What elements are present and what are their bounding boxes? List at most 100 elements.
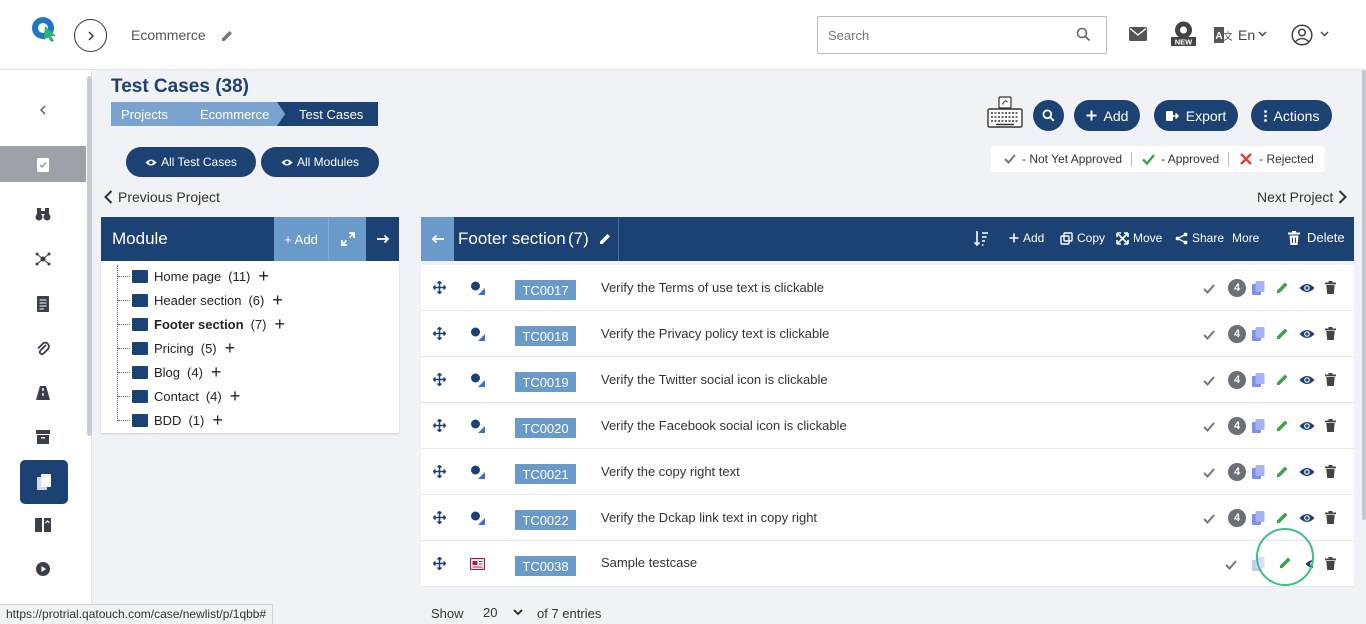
test-case-row[interactable]: TC0017 Verify the Terms of use text is cl… — [421, 265, 1354, 311]
edit-icon[interactable] — [1276, 373, 1289, 386]
delete-icon[interactable] — [1325, 281, 1336, 294]
test-case-title[interactable]: Sample testcase — [601, 555, 697, 570]
module-tree-item[interactable]: Contact (4) + — [118, 385, 240, 407]
delete-icon[interactable] — [1325, 327, 1336, 340]
sidebar-item-archive[interactable] — [0, 419, 86, 455]
next-project-link[interactable]: Next Project — [1257, 189, 1348, 205]
language-selector[interactable]: En — [1238, 27, 1255, 43]
test-case-row[interactable]: TC0020 Verify the Facebook social icon is… — [421, 403, 1354, 449]
version-badge[interactable]: 4 — [1228, 325, 1246, 343]
per-page-select[interactable]: 20 — [475, 600, 530, 624]
view-icon[interactable] — [1299, 513, 1315, 523]
test-case-row[interactable]: TC0019 Verify the Twitter social icon is … — [421, 357, 1354, 403]
edit-project-icon[interactable] — [220, 29, 234, 43]
test-case-row[interactable]: TC0022 Verify the Dckap link text in copy… — [421, 495, 1354, 541]
sidebar-item-dashboard[interactable] — [0, 146, 86, 182]
test-case-title[interactable]: Verify the copy right text — [601, 464, 740, 479]
version-badge[interactable]: 4 — [1228, 463, 1246, 481]
add-submodule-icon[interactable]: + — [225, 339, 236, 357]
mail-icon[interactable] — [1129, 27, 1147, 41]
add-submodule-icon[interactable]: + — [258, 267, 269, 285]
view-icon[interactable] — [1299, 467, 1315, 477]
all-modules-button[interactable]: All Modules — [261, 147, 379, 177]
test-case-id[interactable]: TC0019 — [515, 372, 576, 392]
view-icon[interactable] — [1299, 421, 1315, 431]
module-tree-item[interactable]: Pricing (5) + — [118, 337, 235, 359]
test-case-title[interactable]: Verify the Facebook social icon is click… — [601, 418, 847, 433]
drag-handle-icon[interactable] — [433, 327, 446, 340]
edit-icon[interactable] — [1276, 419, 1289, 432]
drag-handle-icon[interactable] — [433, 511, 446, 524]
copy-icon[interactable] — [1252, 281, 1265, 295]
expand-tree-button[interactable] — [328, 217, 366, 261]
edit-icon[interactable] — [1276, 511, 1289, 524]
drag-handle-icon[interactable] — [433, 557, 446, 570]
copy-icon[interactable] — [1252, 465, 1265, 479]
view-icon[interactable] — [1299, 375, 1315, 385]
delete-icon[interactable] — [1325, 557, 1336, 570]
breadcrumb-projects[interactable]: Projects — [111, 102, 187, 126]
module-tree-item[interactable]: Footer section (7) + — [118, 313, 285, 335]
export-button[interactable]: Export — [1154, 100, 1238, 131]
edit-icon[interactable] — [1276, 465, 1289, 478]
version-badge[interactable]: 4 — [1228, 279, 1246, 297]
module-tree-item[interactable]: Blog (4) + — [118, 361, 221, 383]
copy-case-action[interactable]: Copy — [1060, 231, 1105, 245]
copy-icon[interactable] — [1252, 373, 1265, 387]
drag-handle-icon[interactable] — [433, 373, 446, 386]
user-menu-chevron-icon[interactable] — [1320, 31, 1329, 37]
delete-case-action[interactable]: Delete — [1288, 230, 1345, 245]
test-case-row[interactable]: TC0038 Sample testcase — [421, 528, 1354, 587]
breadcrumb-test-cases[interactable]: Test Cases — [277, 102, 378, 126]
collapse-panel-button[interactable] — [366, 217, 399, 261]
add-case-action[interactable]: Add — [1009, 231, 1044, 245]
drag-handle-icon[interactable] — [433, 465, 446, 478]
add-submodule-icon[interactable]: + — [230, 387, 241, 405]
edit-module-icon[interactable] — [598, 232, 612, 246]
version-badge[interactable]: 4 — [1228, 417, 1246, 435]
version-badge[interactable]: 4 — [1228, 509, 1246, 527]
sidebar-item-test-cases[interactable] — [20, 460, 68, 504]
expand-sidebar-button[interactable] — [74, 19, 107, 52]
add-submodule-icon[interactable]: + — [211, 363, 222, 381]
sidebar-item-test-plans[interactable] — [0, 286, 86, 322]
copy-icon[interactable] — [1252, 511, 1265, 525]
test-case-id[interactable]: TC0038 — [515, 556, 576, 576]
copy-icon[interactable] — [1252, 419, 1265, 433]
search-cases-button[interactable] — [1033, 100, 1064, 131]
keyboard-shortcuts-icon[interactable] — [987, 96, 1023, 128]
search-icon[interactable] — [1076, 27, 1091, 42]
edit-icon[interactable] — [1276, 327, 1289, 340]
module-tree-item[interactable]: BDD (1) + — [118, 409, 223, 431]
sidebar-scrollbar[interactable] — [87, 76, 92, 436]
drag-handle-icon[interactable] — [433, 281, 446, 294]
view-icon[interactable] — [1299, 329, 1315, 339]
app-logo[interactable] — [30, 14, 58, 42]
test-case-row[interactable]: TC0021 Verify the copy right text 4 — [421, 449, 1354, 495]
test-case-title[interactable]: Verify the Privacy policy text is clicka… — [601, 326, 829, 341]
test-case-id[interactable]: TC0017 — [515, 280, 576, 300]
move-case-action[interactable]: Move — [1116, 231, 1162, 245]
translate-icon[interactable]: A文 — [1214, 27, 1232, 43]
sidebar-item-requirements[interactable] — [0, 241, 86, 277]
delete-icon[interactable] — [1325, 419, 1336, 432]
breadcrumb-ecommerce[interactable]: Ecommerce — [178, 102, 286, 126]
edit-icon[interactable] — [1276, 281, 1289, 294]
delete-icon[interactable] — [1325, 511, 1336, 524]
test-case-id[interactable]: TC0020 — [515, 418, 576, 438]
module-tree-item[interactable]: Header section (6) + — [118, 289, 283, 311]
test-case-row[interactable]: TC0018 Verify the Privacy policy text is … — [421, 311, 1354, 357]
actions-button[interactable]: Actions — [1251, 100, 1332, 131]
user-avatar-icon[interactable] — [1291, 24, 1313, 46]
sidebar-collapse-button[interactable] — [0, 92, 86, 128]
add-submodule-icon[interactable]: + — [272, 291, 283, 309]
view-icon[interactable] — [1299, 283, 1315, 293]
delete-icon[interactable] — [1325, 465, 1336, 478]
sidebar-item-milestones[interactable] — [0, 196, 86, 232]
add-submodule-icon[interactable]: + — [212, 411, 223, 429]
sidebar-item-runs-player[interactable] — [0, 551, 86, 587]
test-case-title[interactable]: Verify the Twitter social icon is clicka… — [601, 372, 828, 387]
sidebar-item-attachments[interactable] — [0, 331, 86, 367]
sidebar-item-reports[interactable] — [0, 507, 86, 543]
whats-new-icon[interactable]: NEW — [1170, 20, 1197, 47]
